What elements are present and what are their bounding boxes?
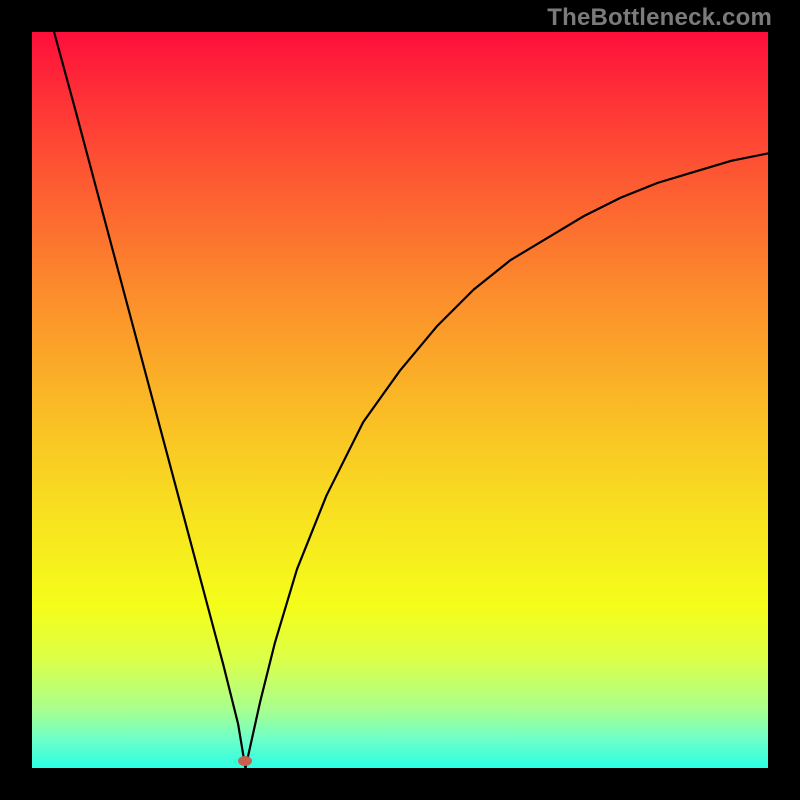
chart-container: TheBottleneck.com	[0, 0, 800, 800]
curve-layer	[32, 32, 768, 768]
watermark-text: TheBottleneck.com	[547, 4, 772, 32]
plot-area	[32, 32, 768, 768]
bottleneck-curve	[54, 32, 768, 768]
minimum-marker	[238, 756, 252, 766]
